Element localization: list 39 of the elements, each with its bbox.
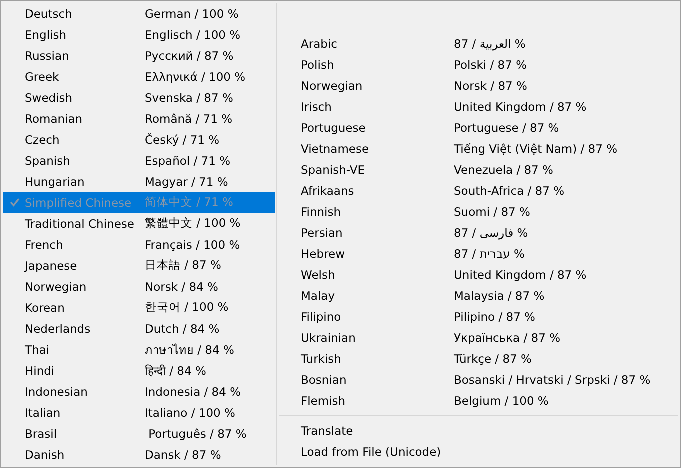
- menu-item[interactable]: Nederlands Dutch / 84 %: [3, 318, 275, 339]
- menu-item[interactable]: Deutsch German / 100 %: [3, 3, 275, 24]
- menu-item[interactable]: Hindi हिन्दी / 84 %: [3, 360, 275, 381]
- menu-item[interactable]: Greek Ελληνικά / 100 %: [3, 66, 275, 87]
- menu-item[interactable]: Ukrainian Українська / 87 %: [279, 327, 678, 348]
- menu-item[interactable]: Norwegian Norsk / 87 %: [279, 75, 678, 96]
- menu-item[interactable]: Filipino Pilipino / 87 %: [279, 306, 678, 327]
- menu-item[interactable]: Spanish Español / 71 %: [3, 150, 275, 171]
- menu-item[interactable]: Welsh United Kingdom / 87 %: [279, 264, 678, 285]
- menu-item[interactable]: Hungarian Magyar / 71 %: [3, 171, 275, 192]
- menu-item[interactable]: Afrikaans South-Africa / 87 %: [279, 180, 678, 201]
- menu-item[interactable]: Translate: [279, 420, 678, 441]
- menu-item[interactable]: Vietnamese Tiếng Việt (Việt Nam) / 87 %: [279, 138, 678, 159]
- menu-item[interactable]: Portuguese Portuguese / 87 %: [279, 117, 678, 138]
- menu-item[interactable]: Czech Český / 71 %: [3, 129, 275, 150]
- menu-item[interactable]: Bosnian Bosanski / Hrvatski / Srpski / 87 %: [279, 369, 678, 390]
- menu-item[interactable]: English Englisch / 100 %: [3, 24, 275, 45]
- menu-item[interactable]: Traditional Chinese 繁體中文 / 100 %: [3, 213, 275, 234]
- menu-item[interactable]: Korean 한국어 / 100 %: [3, 297, 275, 318]
- menu-item[interactable]: Turkish Türkçe / 87 %: [279, 348, 678, 369]
- menu-item[interactable]: Load from File (Unicode): [279, 441, 678, 462]
- check-icon: [10, 198, 20, 207]
- menu-item[interactable]: Finnish Suomi / 87 %: [279, 201, 678, 222]
- menu-item[interactable]: Malay Malaysia / 87 %: [279, 285, 678, 306]
- menu-item[interactable]: Danish Dansk / 87 %: [3, 444, 275, 465]
- menu-item[interactable]: Japanese 日本語 / 87 %: [3, 255, 275, 276]
- menu-item[interactable]: Norwegian Norsk / 84 %: [3, 276, 275, 297]
- menu-item[interactable]: Spanish-VE Venezuela / 87 %: [279, 159, 678, 180]
- menu-item[interactable]: Romanian Română / 71 %: [3, 108, 275, 129]
- menu-item[interactable]: Brasil Português / 87 %: [3, 423, 275, 444]
- menu-item[interactable]: Polish Polski / 87 %: [279, 54, 678, 75]
- menu-item[interactable]: Thai ภาษาไทย / 84 %: [3, 339, 275, 360]
- menu-item[interactable]: Russian Русский / 87 %: [3, 45, 275, 66]
- menu-item[interactable]: Flemish Belgium / 100 %: [279, 390, 678, 411]
- menu-item[interactable]: Irisch United Kingdom / 87 %: [279, 96, 678, 117]
- menu-item[interactable]: Swedish Svenska / 87 %: [3, 87, 275, 108]
- menu-item[interactable]: Italian Italiano / 100 %: [3, 402, 275, 423]
- menu-item[interactable]: French Français / 100 %: [3, 234, 275, 255]
- menu-item[interactable]: Indonesian Indonesia / 84 %: [3, 381, 275, 402]
